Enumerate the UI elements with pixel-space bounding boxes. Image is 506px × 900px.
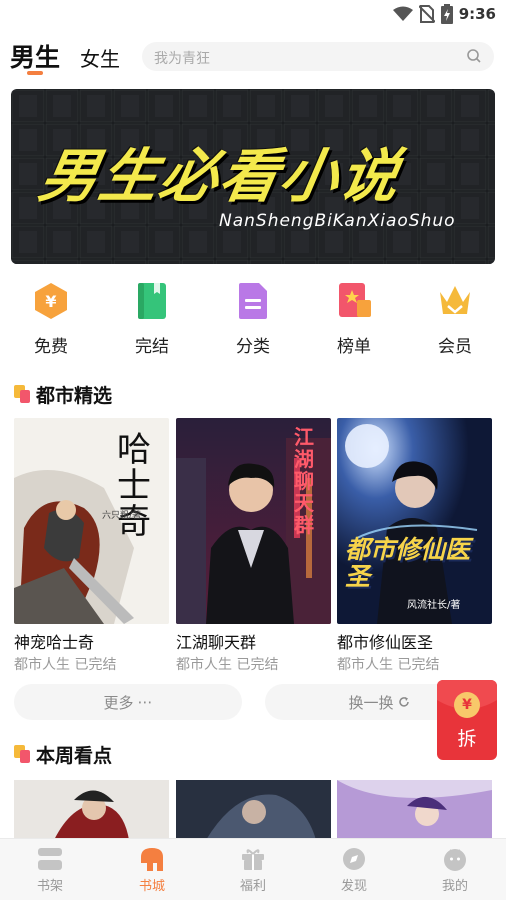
book-icon <box>138 283 166 319</box>
banner-subtitle: NanShengBiKanXiaoShuo <box>219 211 456 231</box>
no-sim-icon <box>418 5 435 23</box>
refresh-icon <box>398 697 409 707</box>
cover-author: 风流社长/著 <box>407 600 461 611</box>
book-cover[interactable]: 哈士奇 六只粗/著 <box>14 418 169 624</box>
section-title: 都市精选 <box>36 384 113 407</box>
category-label: 分类 <box>236 337 270 357</box>
battery-charging-icon <box>440 4 453 24</box>
rank-flag-icon <box>339 283 371 317</box>
search-placeholder: 我为青狂 <box>154 51 210 67</box>
nav-label: 发现 <box>340 879 367 894</box>
book-card[interactable]: 都市修仙医圣 风流社长/著 都市修仙医圣 都市人生 已完结 <box>337 418 492 673</box>
gift-icon <box>242 849 264 870</box>
category-completed[interactable]: 完结 <box>112 282 192 357</box>
tab-female[interactable]: 女生 <box>80 43 120 72</box>
profile-icon <box>444 849 466 871</box>
red-packet-label: 拆 <box>457 728 477 750</box>
category-label: 免费 <box>34 337 68 357</box>
cover-art <box>14 780 169 840</box>
svg-text:¥: ¥ <box>45 292 56 311</box>
book-cover[interactable]: 江湖聊天群 <box>176 418 331 624</box>
nav-label: 书城 <box>138 879 165 894</box>
promo-banner[interactable]: 男生必看小说 NanShengBiKanXiaoShuo <box>11 89 495 264</box>
ellipsis-icon: ⋯ <box>137 693 153 711</box>
more-label: 更多 <box>103 693 134 712</box>
book-city-icon <box>141 848 163 871</box>
section-title: 本周看点 <box>36 744 113 767</box>
more-button[interactable]: 更多 ⋯ <box>14 684 242 720</box>
book-cover[interactable] <box>176 780 331 840</box>
category-vip[interactable]: 会员 <box>415 282 495 357</box>
coin-icon: ¥ <box>454 692 480 718</box>
document-icon <box>239 283 267 319</box>
category-row: ¥ 免费 完结 分类 榜单 会员 <box>0 282 506 362</box>
status-time: 9:36 <box>458 5 496 23</box>
book-cover[interactable] <box>337 780 492 840</box>
nav-bookshelf[interactable]: 书架 <box>10 847 90 894</box>
nav-label: 我的 <box>441 879 468 894</box>
nav-discover[interactable]: 发现 <box>314 847 394 894</box>
search-input[interactable]: 我为青狂 <box>142 42 494 71</box>
category-classify[interactable]: 分类 <box>213 282 293 357</box>
cover-title: 江湖聊天群 <box>294 425 314 537</box>
top-header: 男生 女生 我为青狂 <box>0 36 506 80</box>
book-card[interactable]: 江湖聊天群 江湖聊天群 都市人生 已完结 <box>176 418 331 673</box>
nav-bookcity[interactable]: 书城 <box>112 847 192 894</box>
book-card[interactable]: 哈士奇 六只粗/著 神宠哈士奇 都市人生 已完结 <box>14 418 169 673</box>
bottom-nav: 书架 书城 福利 发现 我的 <box>0 838 506 900</box>
cover-title: 哈士奇 <box>117 430 151 542</box>
category-label: 完结 <box>135 337 169 357</box>
book-title[interactable]: 江湖聊天群 <box>176 629 256 653</box>
nav-label: 书架 <box>36 879 63 894</box>
banner-title: 男生必看小说 <box>34 142 407 210</box>
status-bar: 9:36 <box>0 0 506 30</box>
tab-male[interactable]: 男生 <box>10 38 60 74</box>
crown-icon <box>440 286 470 314</box>
search-icon[interactable] <box>466 48 482 64</box>
cover-art <box>337 780 492 840</box>
category-ranking[interactable]: 榜单 <box>314 282 394 357</box>
red-packet-button[interactable]: ¥ 拆 <box>437 680 497 760</box>
cover-art <box>337 418 492 624</box>
book-cover[interactable] <box>14 780 169 840</box>
book-title[interactable]: 都市修仙医圣 <box>337 629 433 653</box>
category-label: 榜单 <box>337 337 371 357</box>
section-marker-icon <box>14 745 30 763</box>
wifi-icon <box>392 6 413 21</box>
cover-art <box>176 780 331 840</box>
refresh-label: 换一换 <box>348 693 394 712</box>
bookshelf-icon <box>38 848 62 870</box>
cover-title: 都市修仙医圣 <box>345 535 471 591</box>
cover-author: 六只粗/著 <box>102 511 142 521</box>
book-cover[interactable]: 都市修仙医圣 风流社长/著 <box>337 418 492 624</box>
section-marker-icon <box>14 385 30 403</box>
category-label: 会员 <box>438 337 472 357</box>
book-meta: 都市人生 已完结 <box>14 657 117 673</box>
section-header: 本周看点 <box>14 741 112 767</box>
book-title[interactable]: 神宠哈士奇 <box>14 629 94 653</box>
book-meta: 都市人生 已完结 <box>176 657 279 673</box>
nav-label: 福利 <box>239 879 266 894</box>
book-meta: 都市人生 已完结 <box>337 657 440 673</box>
nav-profile[interactable]: 我的 <box>415 847 495 894</box>
discover-icon <box>343 848 365 870</box>
section-header: 都市精选 <box>14 381 112 407</box>
category-free[interactable]: ¥ 免费 <box>11 282 91 357</box>
active-tab-indicator <box>27 71 43 75</box>
coin-icon: ¥ <box>35 283 67 319</box>
nav-welfare[interactable]: 福利 <box>213 847 293 894</box>
